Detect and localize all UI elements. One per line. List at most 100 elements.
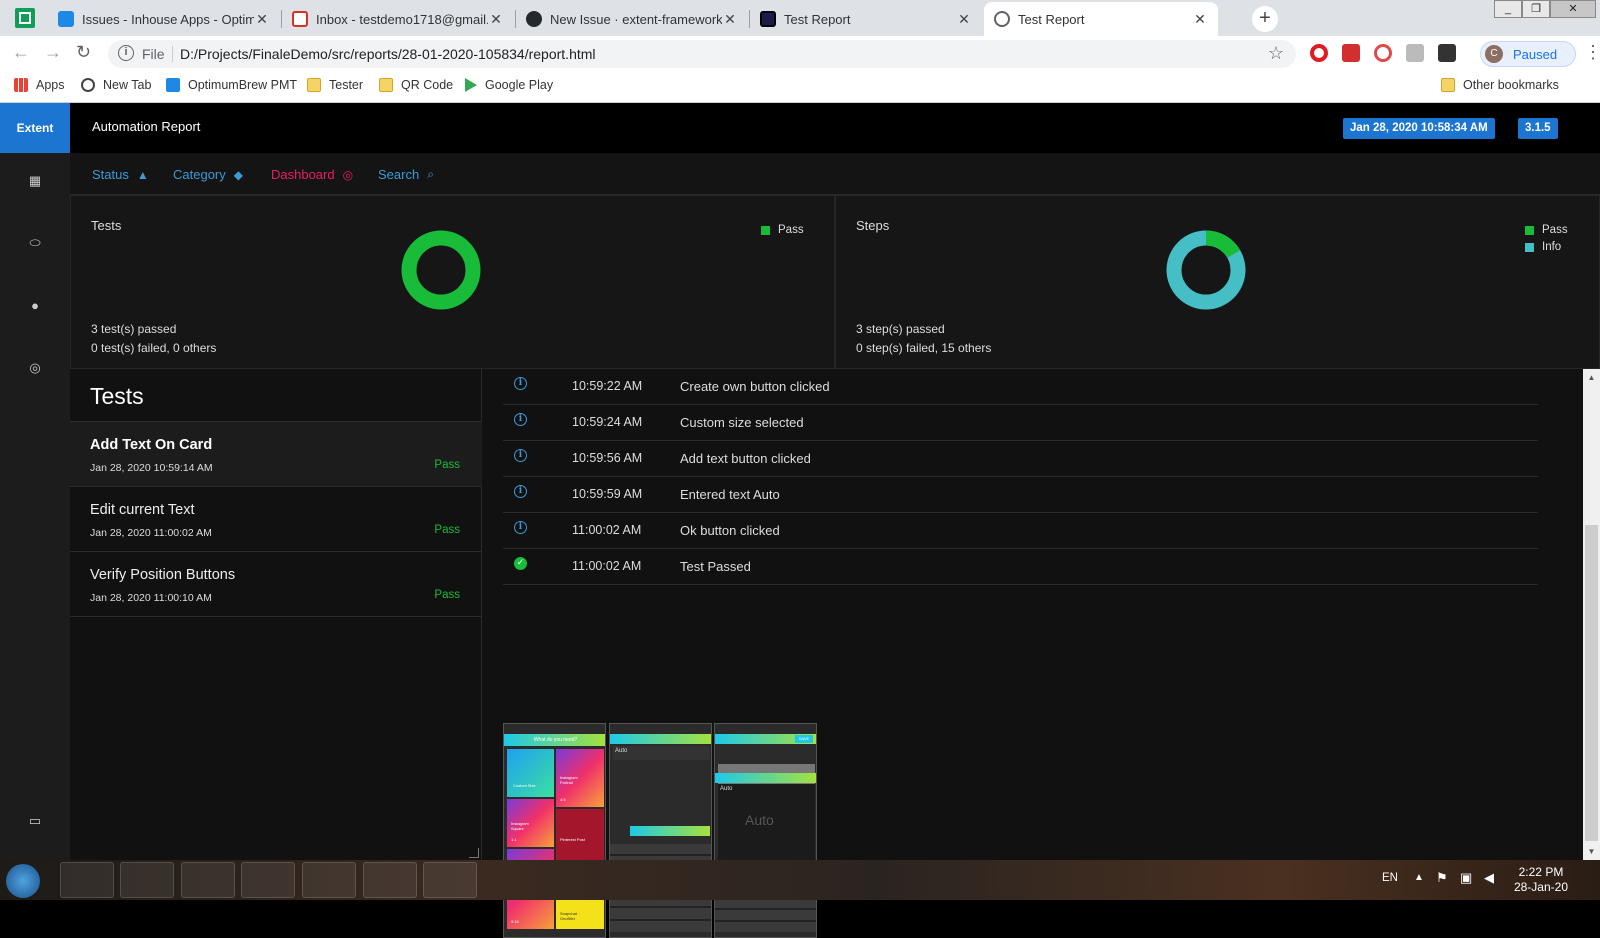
vertical-scrollbar[interactable]: ▲ ▼ xyxy=(1583,369,1600,860)
omnibox[interactable]: i File D:/Projects/FinaleDemo/src/report… xyxy=(108,40,1296,68)
dashboard-icon[interactable]: ◎ xyxy=(28,360,42,375)
bookmark-tester[interactable]: Tester xyxy=(307,78,363,92)
back-icon[interactable]: ← xyxy=(12,42,30,63)
tab-inbox[interactable]: Inbox - testdemo1718@gmail.co ✕ xyxy=(282,2,514,36)
opera-extension-icon[interactable] xyxy=(1310,44,1328,62)
reload-icon[interactable]: ↻ xyxy=(76,42,91,63)
skype-icon[interactable] xyxy=(181,862,235,898)
step-time: 10:59:59 AM xyxy=(572,487,643,501)
user-icon[interactable]: ● xyxy=(28,298,42,313)
opera-icon[interactable] xyxy=(241,862,295,898)
globe-icon xyxy=(81,78,95,92)
system-clock[interactable]: 2:22 PM 28-Jan-20 xyxy=(1514,865,1568,895)
tag-icon[interactable]: ⬭ xyxy=(28,235,42,250)
cors-extension-icon[interactable] xyxy=(1342,44,1360,62)
firefox-icon[interactable] xyxy=(302,862,356,898)
tab-github[interactable]: New Issue · extent-framework/ex ✕ xyxy=(516,2,748,36)
bookmark-apps[interactable]: Apps xyxy=(14,78,65,92)
tile-instagram-square: Instagram Square 1:1 xyxy=(507,799,554,847)
network-icon[interactable]: ▣ xyxy=(1460,870,1472,886)
bookmark-label: New Tab xyxy=(103,78,152,92)
minimize-button[interactable]: _ xyxy=(1494,0,1522,18)
screenshot-3[interactable]: SAVE Auto Auto xyxy=(714,723,817,938)
bookmark-other[interactable]: Other bookmarks xyxy=(1441,78,1559,92)
canvas-text: Auto xyxy=(745,812,774,828)
phone-header: What do you need? xyxy=(504,734,605,746)
test-status: Pass xyxy=(434,589,460,601)
ext-red-circle-icon[interactable] xyxy=(1374,44,1392,62)
close-icon[interactable]: ✕ xyxy=(254,11,270,28)
intellij-icon[interactable] xyxy=(423,862,477,898)
panel-title: Tests xyxy=(91,218,122,233)
legend-swatch xyxy=(1525,242,1534,252)
site-info-icon[interactable]: i xyxy=(118,45,134,61)
tab-label: Test Report xyxy=(784,11,851,27)
tests-failed-text: 0 test(s) failed, 0 others xyxy=(91,341,217,355)
test-item-add-text-on-card[interactable]: Add Text On Card Jan 28, 2020 10:59:14 A… xyxy=(70,422,482,487)
dashboard-grid-icon[interactable]: ▦ xyxy=(28,173,42,188)
bookmark-qr-code[interactable]: QR Code xyxy=(379,78,453,92)
screenshot-1[interactable]: What do you need? Custom Size Instagram … xyxy=(503,723,606,938)
chrome-icon[interactable] xyxy=(120,862,174,898)
tab-test-report-ij[interactable]: Test Report ✕ xyxy=(750,2,982,36)
cast-extension-icon[interactable] xyxy=(1406,44,1424,62)
phone-header xyxy=(610,734,711,744)
test-item-verify-position-buttons[interactable]: Verify Position Buttons Jan 28, 2020 11:… xyxy=(70,552,482,617)
tab-issues[interactable]: Issues - Inhouse Apps - Optimum ✕ xyxy=(48,2,280,36)
bookmark-new-tab[interactable]: New Tab xyxy=(81,78,151,92)
step-row: i 11:00:02 AM Ok button clicked xyxy=(503,513,1538,549)
url-text[interactable]: D:/Projects/FinaleDemo/src/reports/28-01… xyxy=(180,46,596,62)
legend-swatch xyxy=(761,225,770,235)
volume-icon[interactable]: ◀ xyxy=(1484,870,1494,886)
bookmark-google-play[interactable]: Google Play xyxy=(465,78,553,92)
steps-donut-chart xyxy=(1166,230,1246,310)
screenshot-2[interactable]: Auto xyxy=(609,723,712,938)
brand-logo[interactable]: Extent xyxy=(0,103,70,153)
forward-icon[interactable]: → xyxy=(44,42,62,63)
top-navbar: Automation Report Jan 28, 2020 10:58:34 … xyxy=(70,103,1600,153)
nav-search[interactable]: Search ⌕ xyxy=(378,167,434,182)
sticky-notes-icon[interactable] xyxy=(363,862,417,898)
sheets-app-icon[interactable] xyxy=(15,8,35,28)
action-center-flag-icon[interactable]: ⚑ xyxy=(1436,870,1448,886)
more-menu-icon[interactable]: ⋮ xyxy=(1584,42,1600,63)
step-time: 11:00:02 AM xyxy=(572,559,642,573)
resize-handle[interactable] xyxy=(469,848,479,858)
explorer-icon[interactable] xyxy=(60,862,114,898)
bookmark-star-icon[interactable]: ☆ xyxy=(1268,43,1284,64)
test-item-edit-current-text[interactable]: Edit current Text Jan 28, 2020 11:00:02 … xyxy=(70,487,482,552)
profile-button[interactable]: C Paused xyxy=(1480,41,1576,67)
selenium-extension-icon[interactable] xyxy=(1438,44,1456,62)
maximize-button[interactable]: ❐ xyxy=(1522,0,1550,18)
show-hidden-icons-icon[interactable]: ▲ xyxy=(1414,872,1424,883)
scroll-up-arrow-icon[interactable]: ▲ xyxy=(1583,369,1600,386)
nav-category[interactable]: Category ◆ xyxy=(173,167,243,182)
start-button[interactable] xyxy=(6,864,40,898)
folder-icon xyxy=(1441,78,1455,92)
url-scheme: File xyxy=(142,46,165,62)
monitor-icon[interactable]: ▭ xyxy=(28,813,42,828)
tile-label: Pinterest Post xyxy=(560,837,585,842)
folder-icon xyxy=(379,78,393,92)
legend-swatch xyxy=(1525,225,1534,235)
scroll-down-arrow-icon[interactable]: ▼ xyxy=(1583,843,1600,860)
tab-test-report-active[interactable]: Test Report ✕ xyxy=(984,2,1218,36)
scrollbar-thumb[interactable] xyxy=(1585,525,1598,841)
close-icon[interactable]: ✕ xyxy=(1192,11,1208,28)
nav-status[interactable]: Status ▲ xyxy=(92,167,149,182)
nav-dashboard[interactable]: Dashboard ◎ xyxy=(271,167,353,182)
close-icon[interactable]: ✕ xyxy=(722,11,738,28)
info-icon: i xyxy=(514,485,527,498)
close-window-button[interactable]: ✕ xyxy=(1550,0,1596,18)
dashboard-icon: ◎ xyxy=(342,167,354,182)
close-icon[interactable]: ✕ xyxy=(956,11,972,28)
tag-icon: ◆ xyxy=(233,167,243,182)
new-tab-button[interactable]: + xyxy=(1252,6,1278,32)
language-indicator[interactable]: EN xyxy=(1382,872,1398,884)
nav-label: Dashboard xyxy=(271,167,335,182)
legend-pass: Pass xyxy=(1525,224,1568,236)
info-icon: i xyxy=(514,413,527,426)
bookmark-optimumbrew[interactable]: OptimumBrew PMT xyxy=(166,78,297,92)
close-icon[interactable]: ✕ xyxy=(488,11,504,28)
tile-label: Instagram Square xyxy=(511,821,529,831)
